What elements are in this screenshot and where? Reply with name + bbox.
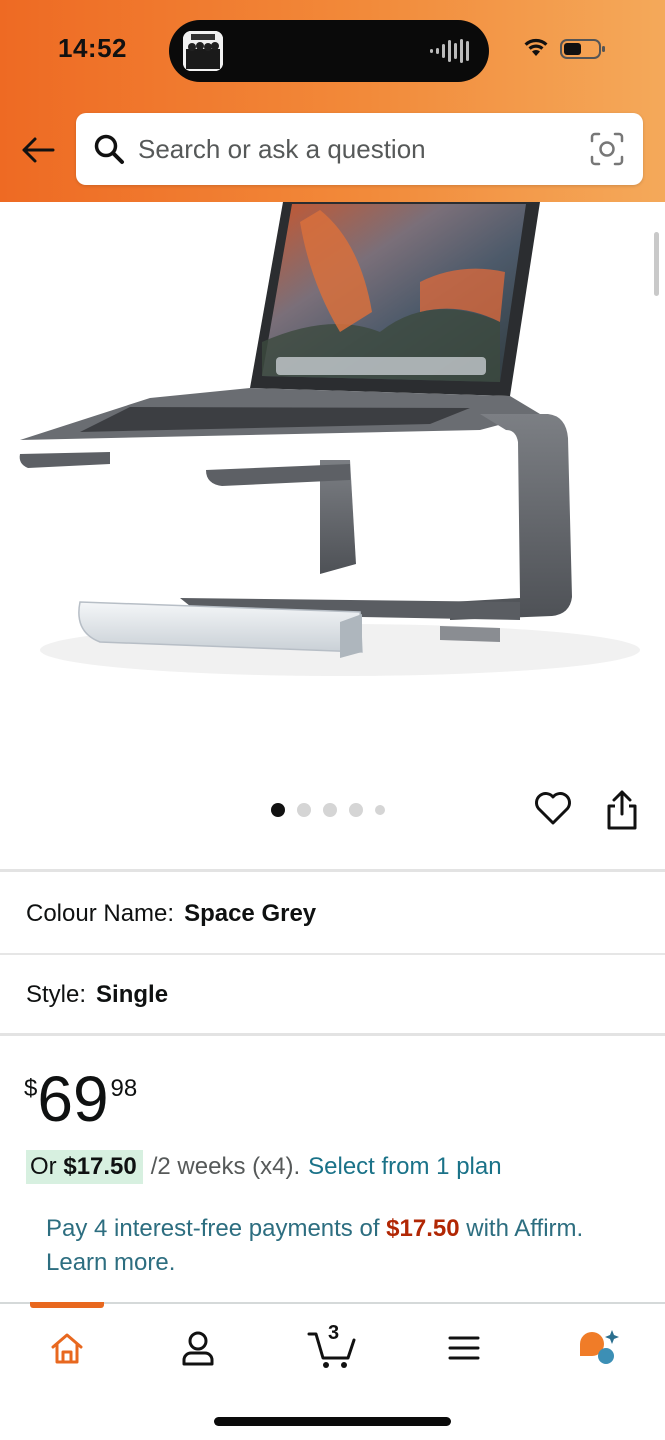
laptop-stand-image	[0, 202, 665, 722]
affirm-offer[interactable]: Pay 4 interest-free payments of $17.50 w…	[46, 1212, 626, 1280]
menu-icon	[448, 1336, 480, 1360]
user-icon	[182, 1331, 214, 1366]
heart-icon[interactable]	[533, 788, 573, 828]
image-carousel-dots[interactable]	[271, 803, 385, 817]
home-indicator[interactable]	[214, 1417, 451, 1426]
search-bar[interactable]	[76, 113, 643, 185]
search-icon	[92, 132, 126, 166]
nav-menu[interactable]	[434, 1324, 494, 1372]
carousel-dot[interactable]	[349, 803, 363, 817]
installment-amount: $17.50	[63, 1153, 137, 1180]
price-whole: 69	[37, 1063, 109, 1135]
nav-account[interactable]	[168, 1324, 228, 1372]
variant-colour-row[interactable]: Colour Name: Space Grey	[0, 874, 665, 954]
installment-offer: Or $17.50 /2 weeks (x4). Select from 1 p…	[26, 1150, 502, 1184]
price-fraction: 98	[110, 1075, 138, 1102]
dynamic-island[interactable]	[169, 20, 489, 82]
now-playing-artwork	[183, 31, 223, 71]
affirm-amount: $17.50	[386, 1215, 460, 1242]
battery-icon	[560, 39, 605, 59]
installment-period: /2 weeks (x4).	[150, 1153, 301, 1180]
section-divider	[0, 869, 665, 872]
status-time: 14:52	[58, 33, 127, 63]
active-tab-indicator	[30, 1302, 104, 1308]
product-image[interactable]	[0, 202, 665, 722]
nav-cart[interactable]: 3	[301, 1322, 365, 1372]
nav-rufus[interactable]	[568, 1324, 628, 1372]
section-divider	[0, 1033, 665, 1036]
arrow-left-icon	[22, 137, 55, 163]
affirm-text-before: Pay 4 interest-free payments of	[46, 1215, 380, 1242]
installment-prefix: Or	[30, 1153, 57, 1180]
audio-waveform-icon	[430, 38, 469, 64]
nav-home[interactable]	[37, 1324, 97, 1372]
search-input[interactable]	[138, 133, 578, 165]
installment-badge: Or $17.50	[26, 1150, 143, 1184]
back-button[interactable]	[18, 128, 58, 172]
carousel-dot[interactable]	[375, 805, 385, 815]
affirm-text-after: with	[466, 1215, 509, 1242]
carousel-dot[interactable]	[323, 803, 337, 817]
cart-count-badge: 3	[328, 1322, 340, 1344]
variant-value: Single	[96, 981, 169, 1008]
product-price: $ 69 98	[24, 1063, 137, 1135]
price-currency: $	[24, 1075, 38, 1102]
variant-value: Space Grey	[184, 900, 317, 927]
rufus-icon	[580, 1330, 619, 1364]
carousel-dot[interactable]	[271, 803, 285, 817]
share-icon[interactable]	[602, 788, 642, 832]
carousel-dot[interactable]	[297, 803, 311, 817]
variant-label: Style:	[26, 981, 87, 1008]
variant-style-row[interactable]: Style: Single	[0, 955, 665, 1035]
home-icon	[51, 1333, 83, 1364]
wifi-icon	[524, 38, 548, 56]
lens-camera-icon[interactable]	[589, 131, 625, 167]
select-plan-link[interactable]: Select from 1 plan	[308, 1153, 501, 1181]
scroll-indicator[interactable]	[654, 232, 659, 296]
variant-label: Colour Name:	[26, 900, 175, 927]
app-header: 14:52	[0, 0, 665, 202]
